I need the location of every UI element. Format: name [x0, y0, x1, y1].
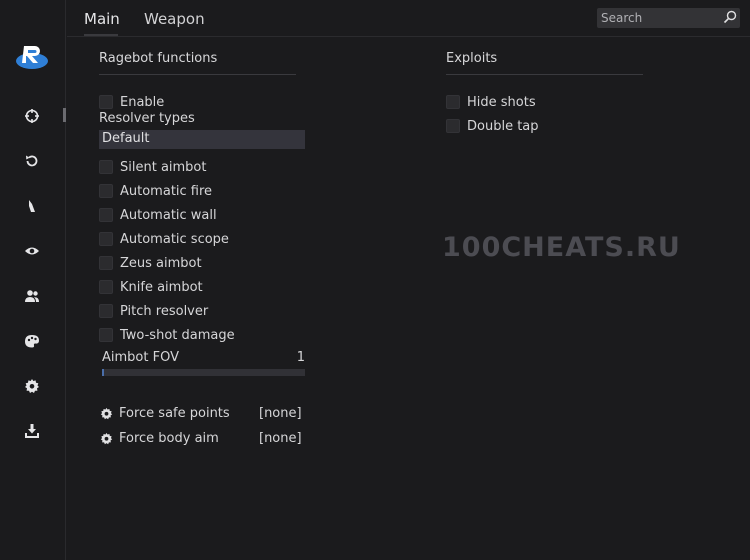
knife-aimbot-checkbox[interactable]: Knife aimbot [99, 278, 203, 296]
checkbox[interactable] [446, 95, 460, 109]
active-tab-indicator [84, 34, 118, 36]
automatic-scope-checkbox[interactable]: Automatic scope [99, 230, 229, 248]
gear-icon[interactable] [100, 407, 113, 420]
two-shot-damage-checkbox[interactable]: Two-shot damage [99, 326, 235, 344]
checkbox-label: Silent aimbot [120, 159, 207, 175]
checkbox[interactable] [99, 95, 113, 109]
checkbox[interactable] [99, 304, 113, 318]
force-body-aim-row[interactable]: Force body aim [none] [100, 429, 302, 447]
ragebot-section-title: Ragebot functions [99, 51, 218, 66]
search-box[interactable] [597, 8, 740, 28]
checkbox-label: Hide shots [467, 94, 536, 110]
aimbot-fov-label: Aimbot FOV [102, 350, 179, 365]
tab-weapon[interactable]: Weapon [144, 10, 205, 28]
checkbox-label: Two-shot damage [120, 327, 235, 343]
checkbox[interactable] [99, 160, 113, 174]
silent-aimbot-checkbox[interactable]: Silent aimbot [99, 158, 207, 176]
sidebar-scroll-indicator [63, 108, 66, 122]
force-safe-points-value[interactable]: [none] [259, 406, 302, 421]
resolver-types-label: Resolver types [99, 111, 195, 126]
checkbox-label: Double tap [467, 118, 539, 134]
slider-fill [102, 369, 104, 376]
crosshair-icon[interactable] [23, 107, 41, 125]
checkbox[interactable] [99, 232, 113, 246]
gear-icon[interactable] [23, 377, 41, 395]
search-icon[interactable] [723, 10, 737, 24]
force-safe-points-label: Force safe points [119, 405, 230, 421]
top-bar: Main Weapon [67, 0, 750, 37]
palette-icon[interactable] [23, 332, 41, 350]
resolver-types-dropdown[interactable]: Default [99, 130, 305, 149]
checkbox-label: Automatic scope [120, 231, 229, 247]
checkbox-label: Automatic fire [120, 183, 213, 199]
users-icon[interactable] [23, 287, 41, 305]
automatic-wall-checkbox[interactable]: Automatic wall [99, 206, 217, 224]
eye-icon[interactable] [23, 242, 41, 260]
exploits-section-title: Exploits [446, 51, 498, 66]
automatic-fire-checkbox[interactable]: Automatic fire [99, 182, 212, 200]
force-safe-points-row[interactable]: Force safe points [none] [100, 404, 302, 422]
logo-icon [16, 42, 48, 70]
force-body-aim-label: Force body aim [119, 430, 219, 446]
checkbox[interactable] [99, 184, 113, 198]
checkbox[interactable] [99, 208, 113, 222]
mouse-icon[interactable] [23, 197, 41, 215]
checkbox-label: Knife aimbot [120, 279, 203, 295]
double-tap-checkbox[interactable]: Double tap [446, 117, 539, 135]
refresh-icon[interactable] [23, 152, 41, 170]
aimbot-fov-slider[interactable] [102, 369, 305, 376]
checkbox[interactable] [99, 328, 113, 342]
watermark: 100CHEATS.RU [442, 232, 681, 263]
sidebar [0, 0, 66, 560]
enable-checkbox[interactable]: Enable [99, 93, 164, 111]
search-input[interactable] [601, 8, 719, 28]
gear-icon[interactable] [100, 432, 113, 445]
force-body-aim-value[interactable]: [none] [259, 431, 302, 446]
checkbox-label: Automatic wall [120, 207, 217, 223]
ragebot-section-divider [99, 74, 296, 75]
hide-shots-checkbox[interactable]: Hide shots [446, 93, 536, 111]
checkbox-label: Enable [120, 94, 165, 110]
exploits-section-divider [446, 74, 643, 75]
checkbox-label: Pitch resolver [120, 303, 209, 319]
dropdown-value: Default [102, 131, 150, 146]
checkbox[interactable] [99, 280, 113, 294]
pitch-resolver-checkbox[interactable]: Pitch resolver [99, 302, 208, 320]
checkbox[interactable] [99, 256, 113, 270]
checkbox[interactable] [446, 119, 460, 133]
aimbot-fov-value: 1 [296, 350, 305, 365]
tab-main[interactable]: Main [84, 10, 120, 28]
download-icon[interactable] [23, 422, 41, 440]
zeus-aimbot-checkbox[interactable]: Zeus aimbot [99, 254, 202, 272]
checkbox-label: Zeus aimbot [120, 255, 202, 271]
